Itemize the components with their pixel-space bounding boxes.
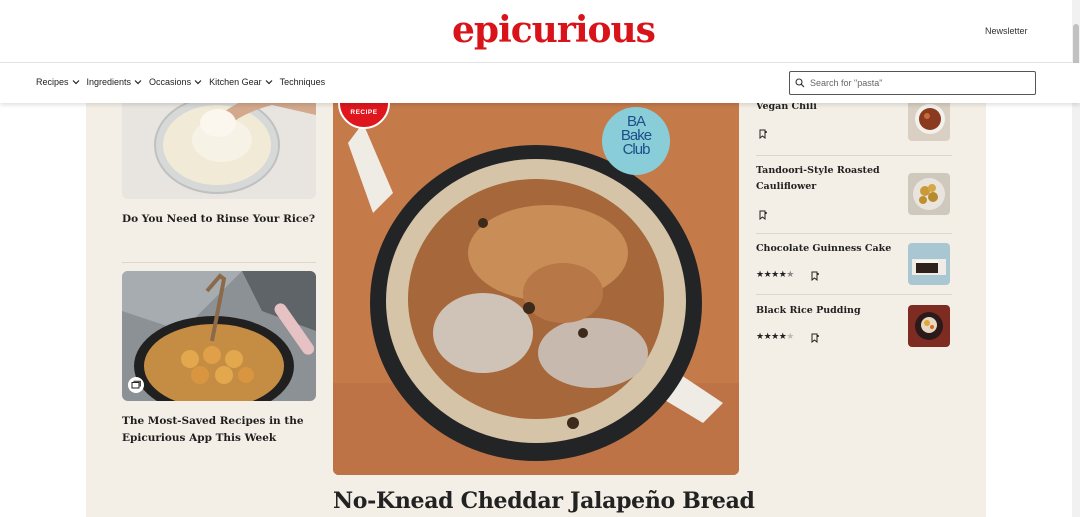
search-input[interactable] xyxy=(808,75,1032,91)
sidebar-item-title[interactable]: Tandoori-Style Roasted Cauliflower xyxy=(756,163,896,195)
divider xyxy=(756,233,952,234)
hero-image[interactable]: RECIPE BA Bake Club xyxy=(333,103,739,475)
divider xyxy=(122,262,316,263)
ba-logo-text: BA Bake Club xyxy=(602,114,670,158)
nav-item-recipes[interactable]: Recipes xyxy=(36,77,81,87)
bookmark-icon[interactable] xyxy=(758,129,768,139)
rice-image[interactable] xyxy=(122,103,316,199)
nav-item-label: Recipes xyxy=(36,77,69,87)
main-nav: Recipes Ingredients Occasions Kitchen Ge… xyxy=(0,63,1080,103)
sidebar-item[interactable]: Chocolate Guinness Cake ★★★★★ xyxy=(756,241,952,293)
search-box[interactable] xyxy=(789,71,1036,95)
card-title[interactable]: The Most-Saved Recipes in the Epicurious… xyxy=(122,413,316,447)
cauliflower-thumbnail[interactable] xyxy=(908,173,950,215)
bookmark-icon[interactable] xyxy=(810,271,820,281)
nav-item-occasions[interactable]: Occasions xyxy=(149,77,203,87)
sidebar-item[interactable]: Black Rice Pudding ★★★★★ xyxy=(756,303,952,355)
ba-bake-club-logo: BA Bake Club xyxy=(602,107,670,175)
vegan-chili-thumbnail[interactable] xyxy=(908,103,950,141)
gallery-icon xyxy=(128,377,144,393)
star-rating: ★★★★★ xyxy=(756,331,794,341)
sidebar-item-title[interactable]: Black Rice Pudding xyxy=(756,303,896,319)
site-logo[interactable]: epicurious xyxy=(452,8,656,52)
logo-line: Club xyxy=(622,141,651,158)
nav-list: Recipes Ingredients Occasions Kitchen Ge… xyxy=(36,77,325,87)
sidebar-item[interactable]: Tandoori-Style Roasted Cauliflower xyxy=(756,163,952,233)
nav-item-label: Ingredients xyxy=(86,77,132,87)
recipe-badge-label: RECIPE xyxy=(350,109,378,116)
sidebar-item[interactable]: Vegan Chili xyxy=(756,103,952,151)
content-area: Do You Need to Rinse Your Rice? The Most… xyxy=(86,103,986,517)
rice-pudding-thumbnail[interactable] xyxy=(908,305,950,347)
hero-title[interactable]: No-Knead Cheddar Jalapeño Bread xyxy=(333,488,755,514)
bookmark-icon[interactable] xyxy=(810,333,820,343)
chevron-down-icon xyxy=(72,80,79,85)
chevron-down-icon xyxy=(134,80,142,85)
sidebar-item-title[interactable]: Vegan Chili xyxy=(756,103,896,115)
skillet-image[interactable] xyxy=(122,271,316,401)
guinness-cake-thumbnail[interactable] xyxy=(908,243,950,285)
search-icon xyxy=(795,78,805,88)
nav-item-label: Kitchen Gear xyxy=(209,77,262,87)
newsletter-link[interactable]: Newsletter xyxy=(985,26,1028,36)
nav-item-techniques[interactable]: Techniques xyxy=(280,77,326,87)
nav-item-ingredients[interactable]: Ingredients xyxy=(87,77,144,87)
divider xyxy=(756,155,952,156)
site-header: epicurious Newsletter xyxy=(0,0,1080,63)
chevron-down-icon xyxy=(265,80,273,85)
sidebar-item-title[interactable]: Chocolate Guinness Cake xyxy=(756,241,896,257)
chevron-down-icon xyxy=(194,80,202,85)
nav-item-label: Occasions xyxy=(149,77,192,87)
card-title[interactable]: Do You Need to Rinse Your Rice? xyxy=(122,211,316,228)
bookmark-icon[interactable] xyxy=(758,210,768,220)
divider xyxy=(756,294,952,295)
nav-item-kitchen-gear[interactable]: Kitchen Gear xyxy=(209,77,274,87)
star-rating: ★★★★★ xyxy=(756,269,794,279)
nav-item-label: Techniques xyxy=(279,77,326,87)
